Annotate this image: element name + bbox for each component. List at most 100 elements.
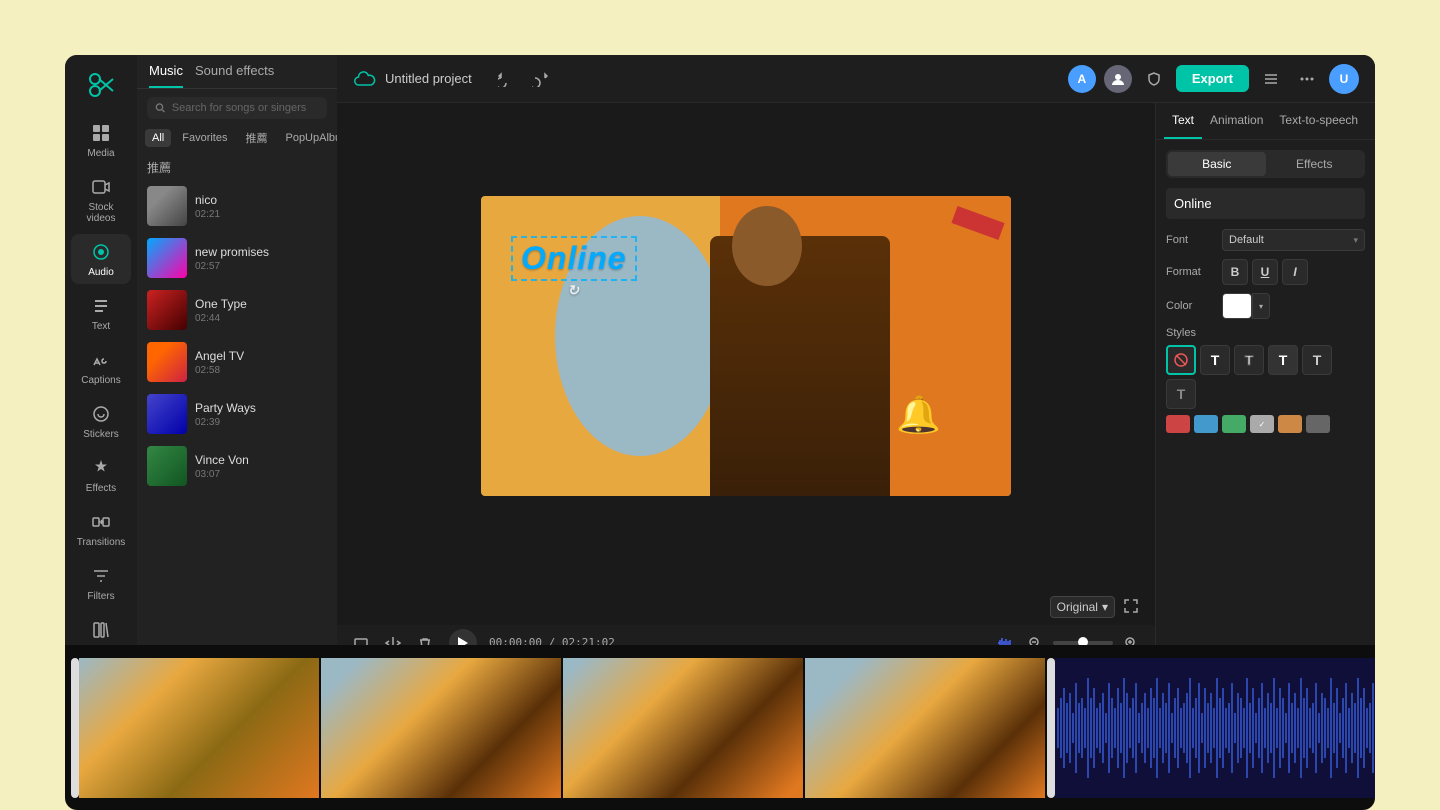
sidebar-item-captions[interactable]: Captions xyxy=(71,342,131,392)
sidebar-item-effects[interactable]: Effects xyxy=(71,450,131,500)
style-4[interactable]: T xyxy=(1302,345,1332,375)
music-panel: Music Sound effects All Favorites 推薦 Pop… xyxy=(137,55,337,755)
italic-button[interactable]: I xyxy=(1282,259,1308,285)
style-2[interactable]: T xyxy=(1234,345,1264,375)
right-panel-tabs: Text Animation Text-to-speech xyxy=(1156,103,1375,140)
sidebar-item-text[interactable]: Text xyxy=(71,288,131,338)
list-item[interactable]: nico 02:21 xyxy=(137,180,337,232)
left-sidebar: Media Stock videos Audio xyxy=(65,55,137,755)
style-color-orange[interactable] xyxy=(1278,415,1302,433)
video-preview: 🔔 Online ↻ xyxy=(337,103,1155,589)
user-avatar[interactable]: U xyxy=(1329,64,1359,94)
format-row: Format B U I xyxy=(1166,259,1365,285)
sidebar-item-label-text: Text xyxy=(92,321,110,332)
color-picker: ▾ xyxy=(1222,293,1270,319)
video-text-overlay[interactable]: Online ↻ xyxy=(511,236,637,281)
style-3[interactable]: T xyxy=(1268,345,1298,375)
style-color-gray[interactable] xyxy=(1306,415,1330,433)
list-item[interactable]: Angel TV 02:58 xyxy=(137,336,337,388)
search-input[interactable] xyxy=(172,102,319,114)
track-thumbnail xyxy=(147,290,187,330)
style-1[interactable]: T xyxy=(1200,345,1230,375)
strip-handle-right[interactable] xyxy=(1047,658,1055,798)
list-item[interactable]: Party Ways 02:39 xyxy=(137,388,337,440)
filter-recommended[interactable]: 推薦 xyxy=(238,127,274,149)
playhead-handle[interactable] xyxy=(357,680,367,690)
undo-button[interactable] xyxy=(492,65,520,93)
captions-icon xyxy=(89,348,113,372)
tab-text[interactable]: Text xyxy=(1164,103,1202,139)
top-bar-actions xyxy=(492,65,554,93)
filters-icon xyxy=(89,564,113,588)
font-select[interactable]: Default ▾ xyxy=(1222,229,1365,251)
color-dropdown[interactable]: ▾ xyxy=(1252,293,1270,319)
tab-tts[interactable]: Text-to-speech xyxy=(1271,103,1366,139)
list-item[interactable]: new promises 02:57 xyxy=(137,232,337,284)
view-mode-select[interactable]: Original ▾ xyxy=(1050,596,1115,618)
underline-button[interactable]: U xyxy=(1252,259,1278,285)
play-button[interactable] xyxy=(449,629,477,657)
tab-sound-effects[interactable]: Sound effects xyxy=(195,63,274,88)
style-color-blue[interactable] xyxy=(1194,415,1218,433)
sidebar-item-library[interactable]: Library xyxy=(71,612,131,662)
style-color-red[interactable] xyxy=(1166,415,1190,433)
content-area: 🔔 Online ↻ Original ▾ xyxy=(337,103,1375,755)
color-label: Color xyxy=(1166,300,1214,312)
tab-music[interactable]: Music xyxy=(149,63,183,88)
rotate-handle[interactable]: ↻ xyxy=(567,282,580,299)
waveform-icon[interactable] xyxy=(993,631,1017,655)
track-duration: 03:07 xyxy=(195,469,327,480)
video-strip[interactable] xyxy=(361,729,1155,755)
track-info: Party Ways 02:39 xyxy=(195,401,327,428)
style-color-check[interactable]: ✓ xyxy=(1250,415,1274,433)
track-duration: 02:39 xyxy=(195,417,327,428)
redo-button[interactable] xyxy=(526,65,554,93)
music-list: nico 02:21 new promises 02:57 One Type 0… xyxy=(137,180,337,755)
project-name: Untitled project xyxy=(385,71,472,86)
strip-handle-left[interactable] xyxy=(71,658,79,798)
zoom-in-icon[interactable] xyxy=(1119,631,1143,655)
fullscreen-button[interactable] xyxy=(1123,598,1139,617)
filter-popupalbum[interactable]: PopUpAlbum xyxy=(278,129,337,147)
style-color-green[interactable] xyxy=(1222,415,1246,433)
tab-animation[interactable]: Animation xyxy=(1202,103,1271,139)
bold-button[interactable]: B xyxy=(1222,259,1248,285)
text-icon xyxy=(89,294,113,318)
right-panel: Text Animation Text-to-speech Basic Effe… xyxy=(1155,103,1375,755)
timeline-split-icon[interactable] xyxy=(381,631,405,655)
track-duration: 02:58 xyxy=(195,365,327,376)
basic-button[interactable]: Basic xyxy=(1168,152,1266,176)
sidebar-item-filters[interactable]: Filters xyxy=(71,558,131,608)
export-button[interactable]: Export xyxy=(1176,65,1249,92)
audio-clip[interactable] xyxy=(337,709,517,729)
sidebar-item-audio[interactable]: Audio xyxy=(71,234,131,284)
list-item[interactable]: Vince Von 03:07 xyxy=(137,440,337,492)
cloud-icon xyxy=(353,67,377,91)
style-5[interactable]: T xyxy=(1166,379,1196,409)
list-item[interactable]: One Type 02:44 xyxy=(137,284,337,336)
music-panel-tabs: Music Sound effects xyxy=(137,55,337,89)
filter-all[interactable]: All xyxy=(145,129,171,147)
format-buttons: B U I xyxy=(1222,259,1308,285)
sidebar-item-media[interactable]: Media xyxy=(71,115,131,165)
timeline-clip-icon[interactable] xyxy=(349,631,373,655)
more-options-icon[interactable] xyxy=(1293,65,1321,93)
text-config: Basic Effects Online Font Default ▾ xyxy=(1156,140,1375,755)
track-duration: 02:21 xyxy=(195,209,327,220)
track-name: nico xyxy=(195,193,327,207)
sidebar-item-stock-videos[interactable]: Stock videos xyxy=(71,169,131,230)
text-preview-box[interactable]: Online xyxy=(1166,188,1365,219)
ruler-mark-2: 00:06 xyxy=(661,669,684,679)
style-none[interactable] xyxy=(1166,345,1196,375)
filter-favorites[interactable]: Favorites xyxy=(175,129,234,147)
zoom-out-icon[interactable] xyxy=(1023,631,1047,655)
effects-icon xyxy=(89,456,113,480)
timeline-delete-icon[interactable] xyxy=(413,631,437,655)
zoom-slider-container[interactable] xyxy=(1053,641,1113,645)
effects-button[interactable]: Effects xyxy=(1266,152,1364,176)
sidebar-item-transitions[interactable]: Transitions xyxy=(71,504,131,554)
playhead[interactable] xyxy=(361,681,363,755)
track-thumbnail xyxy=(147,238,187,278)
color-swatch[interactable] xyxy=(1222,293,1252,319)
sidebar-item-stickers[interactable]: Stickers xyxy=(71,396,131,446)
